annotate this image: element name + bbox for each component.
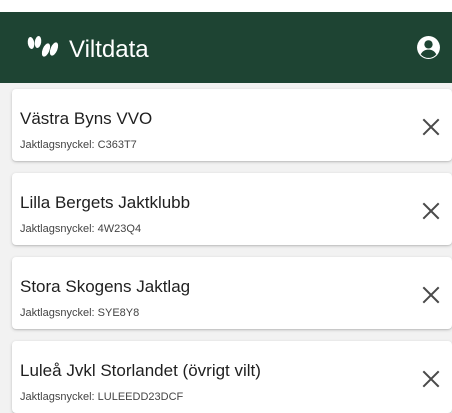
account-circle-icon[interactable]: [416, 35, 441, 60]
close-icon[interactable]: [421, 201, 441, 221]
team-card[interactable]: Stora Skogens Jaktlag Jaktlagsnyckel: SY…: [12, 257, 452, 329]
hoofprint-icon: [27, 36, 59, 57]
close-icon[interactable]: [421, 285, 441, 305]
app-title: Viltdata: [69, 36, 149, 63]
team-key: C363T7: [97, 139, 137, 151]
team-card[interactable]: Luleå Jvkl Storlandet (övrigt vilt) Jakt…: [12, 341, 452, 413]
team-key: LULEEDD23DCF: [97, 391, 184, 403]
team-key: SYE8Y8: [97, 307, 140, 319]
team-key: 4W23Q4: [97, 223, 142, 235]
team-card[interactable]: Lilla Bergets Jaktklubb Jaktlagsnyckel: …: [12, 173, 452, 245]
team-key-label: Jaktlagsnyckel:: [20, 139, 98, 151]
team-key-row: Jaktlagsnyckel: LULEEDD23DCF: [20, 391, 183, 404]
team-card[interactable]: Västra Byns VVO Jaktlagsnyckel: C363T7: [12, 89, 452, 161]
team-name: Lilla Bergets Jaktklubb: [20, 193, 191, 212]
team-key-row: Jaktlagsnyckel: 4W23Q4: [20, 223, 141, 236]
app-bar: Viltdata: [0, 12, 452, 83]
status-bar-gap: [0, 0, 452, 12]
team-name: Luleå Jvkl Storlandet (övrigt vilt): [20, 361, 261, 380]
team-key-row: Jaktlagsnyckel: C363T7: [20, 139, 137, 152]
team-key-label: Jaktlagsnyckel:: [20, 223, 98, 235]
team-name: Västra Byns VVO: [20, 109, 153, 128]
team-name: Stora Skogens Jaktlag: [20, 277, 191, 296]
close-icon[interactable]: [421, 369, 441, 389]
close-icon[interactable]: [421, 117, 441, 137]
team-key-row: Jaktlagsnyckel: SYE8Y8: [20, 307, 139, 320]
team-key-label: Jaktlagsnyckel:: [20, 391, 98, 403]
team-key-label: Jaktlagsnyckel:: [20, 307, 98, 319]
